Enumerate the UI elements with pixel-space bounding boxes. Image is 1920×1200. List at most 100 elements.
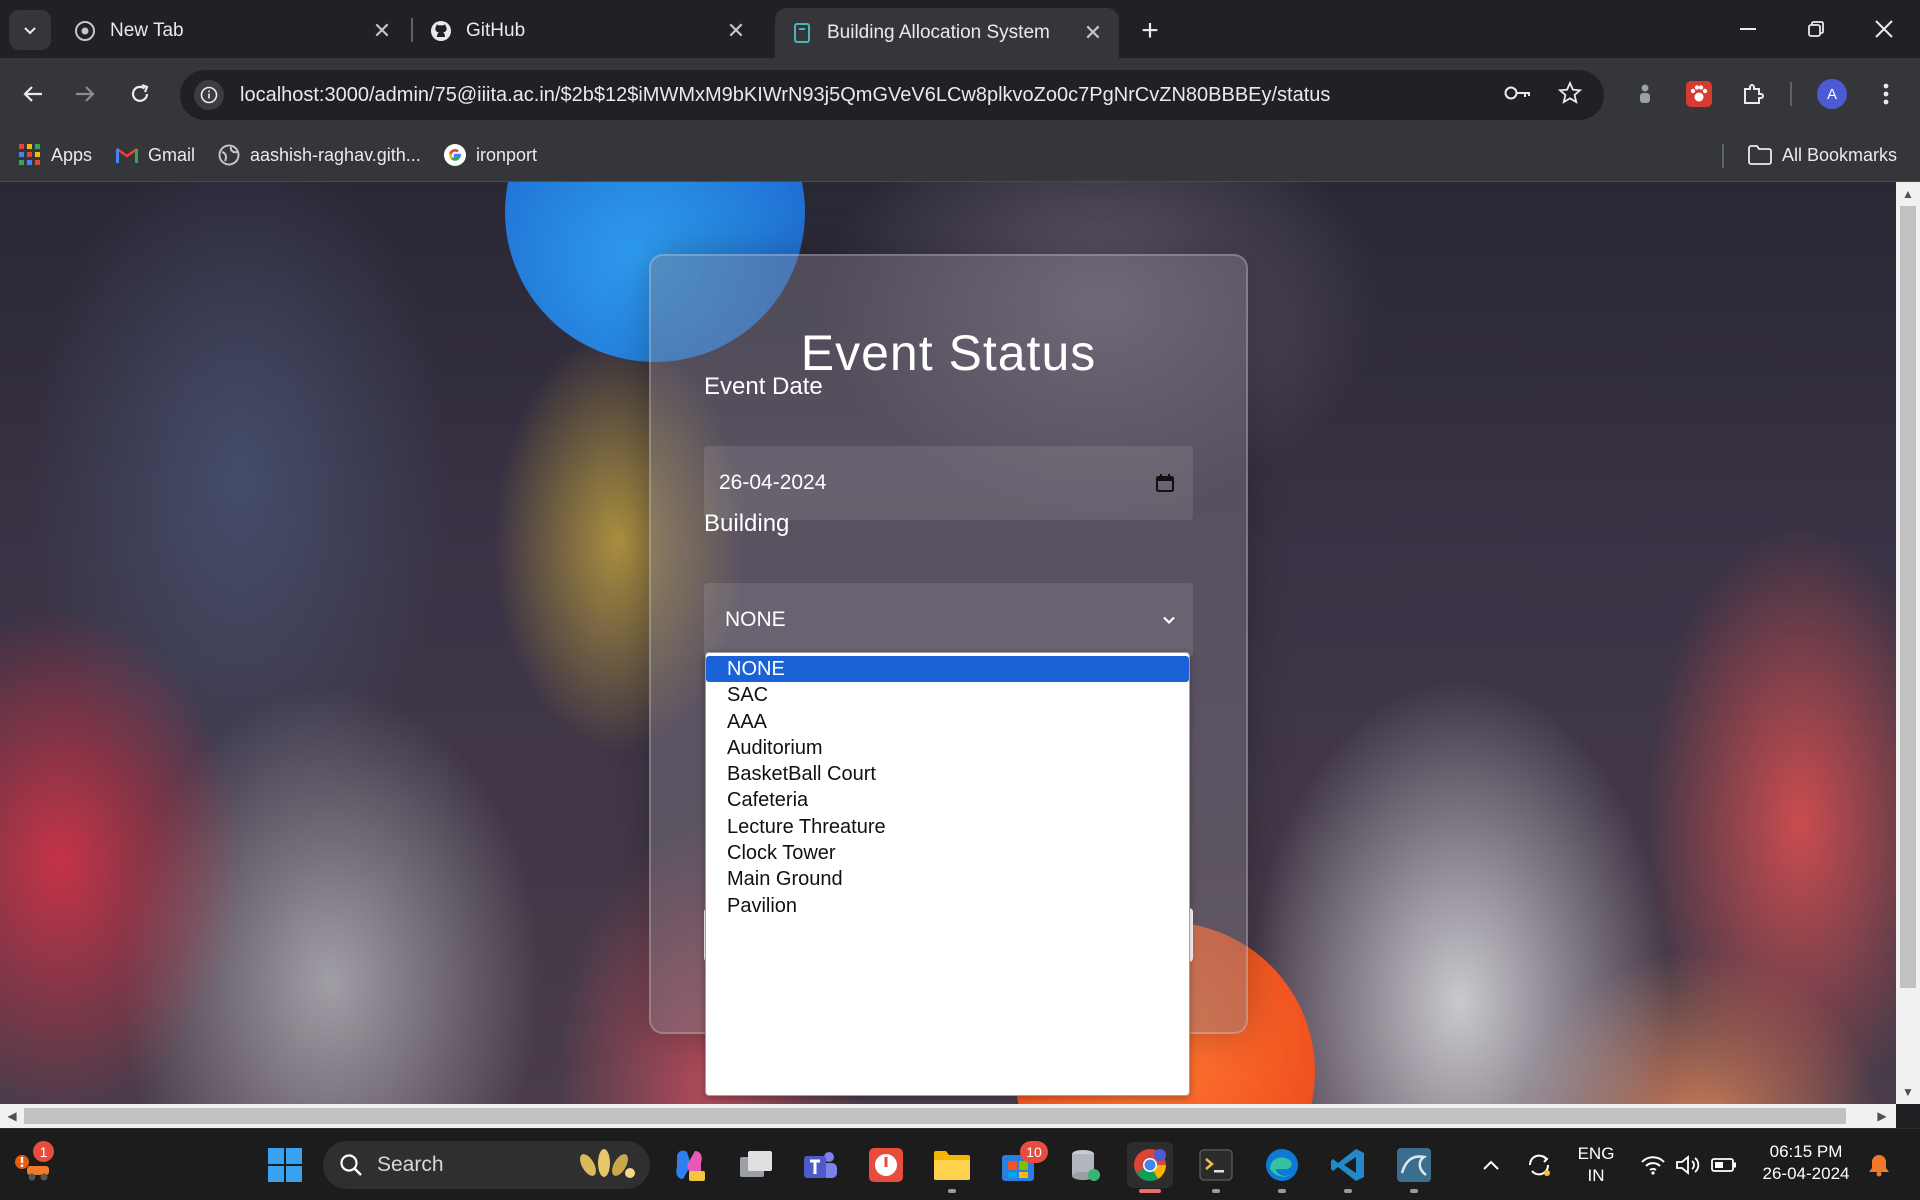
apps-grid-icon bbox=[19, 144, 40, 165]
tab-strip: New Tab ✕ GitHub ✕ Building Allocation S… bbox=[0, 0, 1920, 58]
clock[interactable]: 06:15 PM 26-04-2024 bbox=[1751, 1141, 1861, 1185]
all-bookmarks-button[interactable]: All Bookmarks bbox=[1748, 140, 1897, 170]
teams-icon[interactable] bbox=[797, 1142, 843, 1188]
tab-separator bbox=[411, 18, 413, 42]
profile-avatar[interactable]: A bbox=[1817, 79, 1847, 109]
windows-taskbar: 1 Search 10 ENG IN 06:15 PM 26-04-2024 bbox=[0, 1128, 1920, 1200]
vertical-scrollbar-thumb[interactable] bbox=[1900, 206, 1916, 988]
sync-icon[interactable] bbox=[1516, 1142, 1562, 1188]
scroll-up-arrow-icon[interactable]: ▲ bbox=[1898, 184, 1918, 204]
url-text: localhost:3000/admin/75@iiita.ac.in/$2b$… bbox=[240, 83, 1331, 106]
notification-count-badge: 1 bbox=[33, 1141, 54, 1162]
back-icon[interactable] bbox=[13, 74, 53, 114]
language-indicator[interactable]: ENG IN bbox=[1575, 1143, 1617, 1187]
running-indicator bbox=[948, 1189, 956, 1193]
page-viewport: Event Status Event Date 26-04-2024 Build… bbox=[0, 182, 1896, 1104]
browser-toolbar: localhost:3000/admin/75@iiita.ac.in/$2b$… bbox=[0, 58, 1920, 130]
bookmark-gmail[interactable]: Gmail bbox=[116, 140, 195, 170]
calendar-icon[interactable] bbox=[1155, 473, 1175, 493]
close-tab-icon[interactable]: ✕ bbox=[724, 18, 748, 43]
scroll-down-arrow-icon[interactable]: ▼ bbox=[1898, 1082, 1918, 1102]
active-indicator bbox=[1139, 1189, 1161, 1193]
terminal-icon[interactable] bbox=[1193, 1142, 1239, 1188]
building-option-lecture-threature[interactable]: Lecture Threature bbox=[706, 814, 1189, 840]
google-icon bbox=[444, 144, 466, 166]
scroll-left-arrow-icon[interactable]: ◀ bbox=[2, 1106, 22, 1126]
date-text: 26-04-2024 bbox=[1762, 1164, 1850, 1183]
close-tab-icon[interactable]: ✕ bbox=[1081, 20, 1105, 45]
building-option-pavilion[interactable]: Pavilion bbox=[706, 893, 1189, 919]
event-date-label: Event Date bbox=[704, 373, 823, 400]
toolbar-separator bbox=[1790, 82, 1792, 106]
taskbar-search[interactable]: Search bbox=[323, 1141, 650, 1189]
paw-extension-icon[interactable] bbox=[1681, 76, 1717, 112]
restore-icon[interactable] bbox=[1794, 10, 1838, 48]
vscode-icon[interactable] bbox=[1325, 1142, 1371, 1188]
scroll-right-arrow-icon[interactable]: ▶ bbox=[1872, 1106, 1892, 1126]
close-window-icon[interactable] bbox=[1862, 10, 1906, 48]
forward-icon[interactable] bbox=[65, 74, 105, 114]
building-option-basketball-court[interactable]: BasketBall Court bbox=[706, 761, 1189, 787]
bookmark-apps[interactable]: Apps bbox=[19, 140, 92, 170]
address-bar[interactable]: localhost:3000/admin/75@iiita.ac.in/$2b$… bbox=[180, 70, 1604, 120]
bookmark-label: aashish-raghav.gith... bbox=[250, 144, 421, 165]
close-tab-icon[interactable]: ✕ bbox=[370, 18, 394, 43]
bookmark-label: Gmail bbox=[148, 144, 196, 165]
tab-github[interactable]: GitHub ✕ bbox=[414, 8, 762, 54]
database-app-icon[interactable] bbox=[1062, 1142, 1108, 1188]
tab-search-button[interactable] bbox=[9, 10, 51, 50]
time-text: 06:15 PM bbox=[1769, 1142, 1843, 1161]
building-option-aaa[interactable]: AAA bbox=[706, 709, 1189, 735]
building-option-sac[interactable]: SAC bbox=[706, 682, 1189, 708]
running-indicator bbox=[1344, 1189, 1352, 1193]
bookmark-aashish-raghav[interactable]: aashish-raghav.gith... bbox=[218, 140, 421, 170]
extensions-puzzle-icon[interactable] bbox=[1735, 76, 1771, 112]
running-indicator bbox=[1278, 1189, 1286, 1193]
edge-icon[interactable] bbox=[1259, 1142, 1305, 1188]
running-indicator bbox=[1212, 1189, 1220, 1193]
decorative-leaves-icon bbox=[580, 1149, 635, 1178]
globe-icon bbox=[218, 144, 240, 166]
building-option-cafeteria[interactable]: Cafeteria bbox=[706, 787, 1189, 813]
chrome-taskbar-icon[interactable] bbox=[1127, 1142, 1173, 1188]
site-info-icon[interactable] bbox=[194, 80, 224, 110]
reload-icon[interactable] bbox=[120, 74, 160, 114]
search-label: Search bbox=[377, 1153, 444, 1176]
chevron-down-icon bbox=[1163, 616, 1175, 625]
language-text: ENG bbox=[1577, 1144, 1615, 1163]
tab-new-tab[interactable]: New Tab ✕ bbox=[58, 8, 408, 54]
event-date-input[interactable]: 26-04-2024 bbox=[704, 446, 1193, 520]
minimize-icon[interactable] bbox=[1726, 10, 1770, 48]
notification-bell-icon[interactable] bbox=[1856, 1142, 1902, 1188]
mysql-workbench-icon[interactable] bbox=[1391, 1142, 1437, 1188]
building-dropdown-list: NONE SAC AAA Auditorium BasketBall Court… bbox=[705, 652, 1190, 1096]
store-badge: 10 bbox=[1020, 1141, 1048, 1163]
horizontal-scrollbar-thumb[interactable] bbox=[24, 1108, 1846, 1124]
extension-icon[interactable] bbox=[1627, 76, 1663, 112]
building-option-main-ground[interactable]: Main Ground bbox=[706, 866, 1189, 892]
new-tab-button[interactable]: + bbox=[1133, 14, 1167, 48]
building-selected-value: NONE bbox=[725, 608, 786, 631]
bookmarks-separator bbox=[1722, 144, 1724, 168]
copilot-icon[interactable] bbox=[666, 1142, 712, 1188]
github-icon bbox=[430, 20, 452, 42]
building-option-auditorium[interactable]: Auditorium bbox=[706, 735, 1189, 761]
password-key-icon[interactable] bbox=[1504, 85, 1532, 106]
building-select[interactable]: NONE bbox=[704, 583, 1193, 657]
menu-kebab-icon[interactable] bbox=[1868, 76, 1904, 112]
document-icon bbox=[791, 22, 813, 44]
tab-building-allocation[interactable]: Building Allocation System ✕ bbox=[775, 8, 1119, 58]
windows-start-icon[interactable] bbox=[262, 1142, 308, 1188]
bookmark-ironport[interactable]: ironport bbox=[444, 140, 537, 170]
building-label: Building bbox=[704, 510, 790, 537]
battery-icon[interactable] bbox=[1701, 1142, 1747, 1188]
power-app-icon[interactable] bbox=[863, 1142, 909, 1188]
building-option-clock-tower[interactable]: Clock Tower bbox=[706, 840, 1189, 866]
file-explorer-icon[interactable] bbox=[929, 1142, 975, 1188]
bookmark-label: ironport bbox=[476, 144, 538, 165]
task-view-icon[interactable] bbox=[733, 1142, 779, 1188]
chevron-up-icon[interactable] bbox=[1468, 1142, 1514, 1188]
building-option-none[interactable]: NONE bbox=[706, 656, 1189, 683]
bookmark-star-icon[interactable] bbox=[1557, 80, 1583, 110]
region-text: IN bbox=[1587, 1166, 1605, 1185]
